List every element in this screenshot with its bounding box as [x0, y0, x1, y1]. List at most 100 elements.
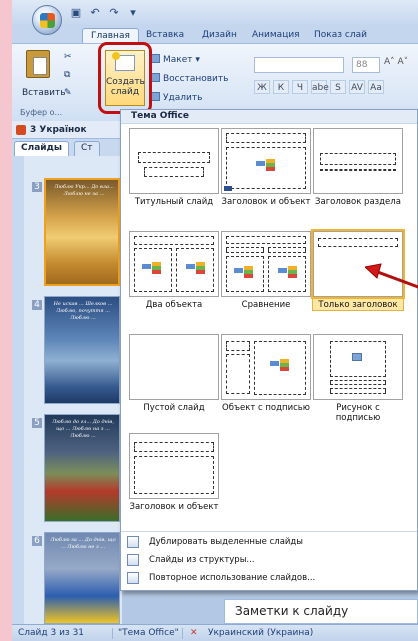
- layout-content-caption[interactable]: Объект с подписью: [221, 334, 311, 413]
- save-icon[interactable]: ▣: [68, 6, 84, 20]
- case-button[interactable]: Aa: [368, 80, 384, 94]
- text-placeholder: [268, 247, 306, 253]
- tab-slides[interactable]: Слайды: [14, 141, 69, 156]
- title-placeholder: [226, 236, 306, 244]
- layout-caption: Заголовок и объект: [221, 197, 311, 207]
- cut-icon[interactable]: ✂: [64, 52, 72, 62]
- slide-number-icon: [224, 186, 232, 191]
- copy-icon[interactable]: ⧉: [64, 70, 70, 80]
- title-placeholder: [318, 238, 398, 247]
- content-icon: [186, 262, 206, 276]
- tab-animation[interactable]: Анимация: [252, 28, 300, 43]
- undo-icon[interactable]: ↶: [87, 6, 103, 20]
- text-placeholder: [226, 247, 264, 253]
- paste-button[interactable]: Вставить: [22, 50, 66, 104]
- office-button[interactable]: [32, 5, 62, 35]
- layout-section-header[interactable]: Заголовок раздела: [313, 128, 403, 207]
- slide-counter: Слайд 3 из 31: [18, 628, 85, 638]
- new-slide-icon: [112, 52, 135, 71]
- layout-icon: [150, 54, 160, 63]
- bold-button[interactable]: Ж: [254, 80, 270, 94]
- format-buttons: Ж К Ч abe S AV Aa: [254, 80, 384, 94]
- italic-button[interactable]: К: [273, 80, 289, 94]
- subtitle-placeholder: [144, 167, 204, 177]
- new-slide-button[interactable]: Создать слайд: [105, 50, 145, 106]
- reset-icon: [150, 73, 160, 82]
- layout-picture-caption[interactable]: Рисунок с подписью: [313, 334, 403, 423]
- powerpoint-window: ▣ ↶ ↷ ▾ Главная Вставка Дизайн Анимация …: [12, 0, 418, 641]
- slide-number: 4: [32, 300, 42, 310]
- layout-caption: Два объекта: [145, 300, 203, 310]
- tab-structure[interactable]: Ст: [74, 141, 100, 156]
- tab-design[interactable]: Дизайн: [202, 28, 237, 43]
- office-logo-icon: [40, 13, 55, 28]
- shadow-button[interactable]: S: [330, 80, 346, 94]
- layout-title-content-vertical[interactable]: Заголовок и объект: [129, 433, 219, 512]
- layout-two-content[interactable]: Два объекта: [129, 231, 219, 310]
- layout-caption: Сравнение: [241, 300, 291, 310]
- layout-label: Макет: [163, 55, 193, 65]
- spacing-button[interactable]: AV: [349, 80, 365, 94]
- tab-slideshow[interactable]: Показ слай: [314, 28, 367, 43]
- spellcheck-icon[interactable]: ✕: [190, 625, 198, 641]
- notes-field[interactable]: Заметки к слайду: [224, 599, 418, 624]
- new-slide-label-line1: Создать: [106, 77, 145, 87]
- duplicate-slides-item[interactable]: Дублировать выделенные слайды: [121, 534, 417, 550]
- layout-preview: [129, 334, 219, 400]
- status-separator: [182, 628, 183, 639]
- slide-thumbnail[interactable]: Люблю до гл... До днів, що ... Люблю на …: [44, 414, 120, 522]
- content-icon: [256, 159, 276, 173]
- language-label[interactable]: Украинский (Украина): [208, 625, 313, 641]
- layout-caption: Объект с подписью: [222, 403, 310, 413]
- tab-insert[interactable]: Вставка: [146, 28, 184, 43]
- red-arrow-icon: [365, 263, 418, 289]
- reuse-slides-item[interactable]: Повторное использование слайдов...: [121, 570, 417, 586]
- quick-access-toolbar: ▣ ↶ ↷ ▾: [68, 6, 141, 20]
- slide-number: 5: [32, 418, 42, 428]
- format-painter-icon[interactable]: ✎: [64, 88, 72, 98]
- layout-preview: [221, 334, 311, 400]
- grow-font-icon[interactable]: A˄ A˅: [384, 57, 408, 67]
- reset-button[interactable]: Восстановить: [150, 73, 228, 84]
- title-placeholder: [138, 152, 210, 163]
- content-icon: [142, 262, 162, 276]
- text-placeholder: [320, 169, 396, 171]
- slide-number: 6: [32, 536, 42, 546]
- text-placeholder: [330, 388, 386, 394]
- layout-blank[interactable]: Пустой слайд: [129, 334, 219, 413]
- slide-thumbnail[interactable]: Не искав ... Шелков ... Люблю, почуття .…: [44, 296, 120, 404]
- font-size-field[interactable]: 88: [352, 57, 380, 73]
- layout-caption: Пустой слайд: [143, 403, 205, 413]
- slide-thumbnail[interactable]: Люблю за ... До днів, що ... Люблю не з …: [44, 532, 120, 624]
- tab-home[interactable]: Главная: [82, 28, 139, 43]
- title-placeholder: [134, 442, 214, 452]
- reuse-slides-icon: [127, 572, 139, 584]
- picture-icon: [352, 353, 362, 361]
- layout-preview: [221, 231, 311, 297]
- content-icon: [278, 266, 298, 280]
- presentation-title: 3 Українок: [12, 121, 122, 139]
- delete-button[interactable]: Удалить: [150, 92, 202, 103]
- customize-qat-icon[interactable]: ▾: [125, 6, 141, 20]
- slide-thumbnail[interactable]: Люблю Укр... До вла... Люблю не за ...: [44, 178, 120, 286]
- new-slide-label: Создать слайд: [106, 77, 145, 97]
- font-name-field[interactable]: [254, 57, 344, 73]
- menu-divider: [121, 531, 417, 532]
- slide-thumbnail-text: Люблю за ... До днів, що ... Люблю не з …: [50, 537, 116, 550]
- layout-title-content[interactable]: Заголовок и объект: [221, 128, 311, 207]
- strikethrough-button[interactable]: abe: [311, 80, 329, 94]
- slides-from-outline-item[interactable]: Слайды из структуры...: [121, 552, 417, 568]
- clipboard-group-label: Буфер о...: [20, 108, 63, 117]
- layout-caption: Заголовок и объект: [129, 502, 219, 512]
- underline-button[interactable]: Ч: [292, 80, 308, 94]
- layout-caption: Титульный слайд: [134, 197, 214, 207]
- title-placeholder: [320, 153, 396, 165]
- layout-title-slide[interactable]: Титульный слайд: [129, 128, 219, 207]
- redo-icon[interactable]: ↷: [106, 6, 122, 20]
- slide-thumbnail-text: Люблю Укр... До вла... Люблю не за ...: [54, 184, 114, 197]
- content-icon: [270, 359, 290, 373]
- outline-slides-icon: [127, 554, 139, 566]
- layout-button[interactable]: Макет ▾: [150, 54, 200, 65]
- menu-item-label: Слайды из структуры...: [149, 555, 255, 565]
- layout-comparison[interactable]: Сравнение: [221, 231, 311, 310]
